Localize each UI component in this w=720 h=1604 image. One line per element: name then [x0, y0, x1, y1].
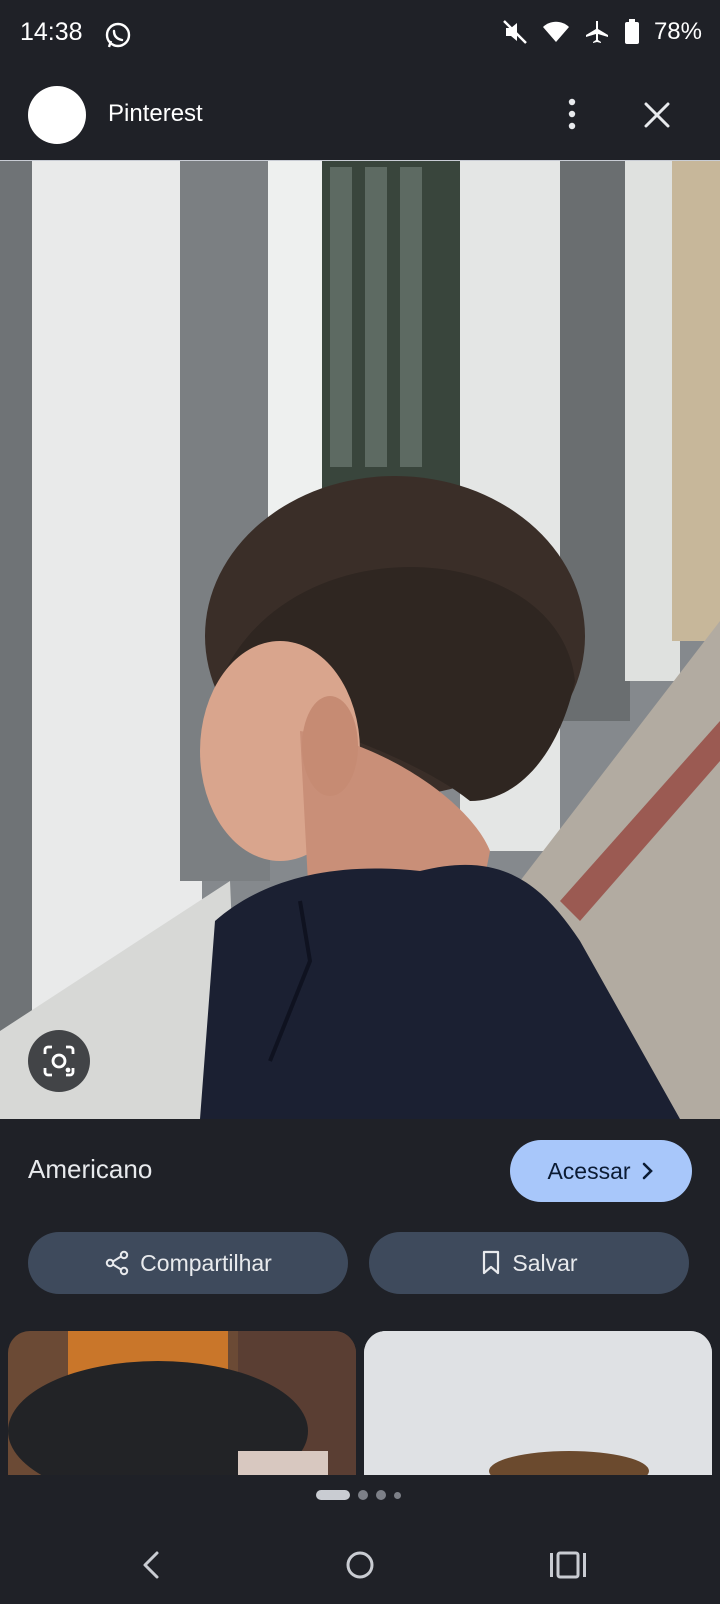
visit-button[interactable]: Acessar — [510, 1140, 692, 1202]
page-dot-active — [316, 1490, 350, 1500]
wifi-icon — [542, 21, 569, 42]
lens-icon — [43, 1045, 75, 1077]
close-icon[interactable] — [640, 98, 674, 132]
page-dot — [376, 1490, 386, 1500]
related-image-2 — [364, 1331, 712, 1475]
more-vert-icon[interactable] — [560, 96, 584, 132]
back-icon[interactable] — [132, 1545, 172, 1585]
related-image-1 — [8, 1331, 356, 1475]
home-icon[interactable] — [340, 1545, 380, 1585]
haircut-photo — [0, 161, 720, 1119]
save-button[interactable]: Salvar — [369, 1232, 689, 1294]
lens-search-button[interactable] — [28, 1030, 90, 1092]
whatsapp-icon — [105, 22, 131, 48]
battery-icon — [624, 19, 639, 44]
status-time: 14:38 — [20, 18, 83, 46]
site-name: Pinterest — [108, 100, 203, 127]
share-icon — [105, 1250, 129, 1276]
page-dot — [394, 1491, 401, 1499]
status-bar: 14:38 78% — [0, 0, 720, 72]
related-result-2[interactable] — [364, 1331, 712, 1475]
visit-label: Acessar — [547, 1157, 631, 1184]
result-image[interactable] — [0, 161, 720, 1119]
mute-icon — [503, 20, 527, 44]
battery-percent: 78% — [653, 18, 702, 45]
share-label: Compartilhar — [140, 1249, 272, 1276]
airplane-icon — [585, 21, 608, 43]
related-result-1[interactable] — [8, 1331, 356, 1475]
source-header: Pinterest — [0, 72, 720, 161]
page-dot — [358, 1490, 368, 1500]
share-button[interactable]: Compartilhar — [28, 1232, 348, 1294]
recents-icon[interactable] — [548, 1545, 588, 1585]
result-title: Americano — [28, 1154, 153, 1184]
status-icons: 78% — [502, 18, 702, 46]
bookmark-icon — [483, 1250, 500, 1275]
page-indicator — [316, 1490, 401, 1500]
chevron-right-icon — [642, 1162, 653, 1180]
site-logo — [28, 86, 86, 144]
save-label: Salvar — [512, 1249, 578, 1276]
